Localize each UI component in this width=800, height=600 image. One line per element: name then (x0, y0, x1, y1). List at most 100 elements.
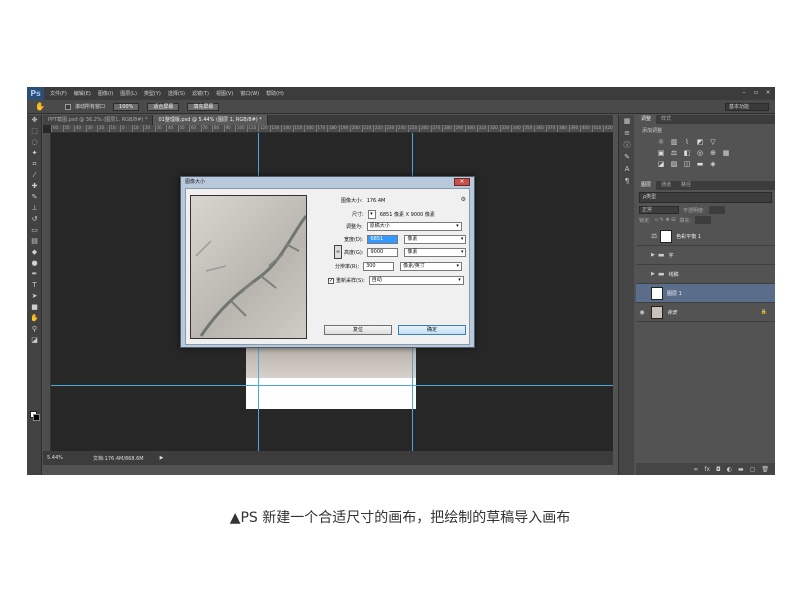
horizontal-ruler[interactable]: 60 50 40 30 20 10 0 10 20 30 40 50 60 70 80 90 100 110 120… (51, 125, 613, 133)
resolution-input[interactable]: 300 (363, 262, 395, 271)
curves-icon[interactable]: ⌇ (682, 138, 692, 147)
status-menu-arrow-icon[interactable]: ▶ (160, 455, 164, 461)
dialog-close-button[interactable]: × (454, 178, 470, 186)
gear-icon[interactable]: ⚙ (461, 196, 466, 203)
threshold-icon[interactable]: ◫ (682, 160, 692, 169)
background-color-swatch[interactable] (33, 414, 40, 421)
menu-item[interactable]: 编辑(E) (74, 90, 91, 97)
marquee-tool-icon[interactable]: ⬚ (27, 126, 42, 137)
height-unit-select[interactable]: 像素 ▾ (404, 248, 467, 257)
info-panel-icon[interactable]: ⓘ (619, 139, 635, 151)
lock-icons[interactable]: ▫ ✎ ✥ ⊟ (655, 217, 676, 223)
resample-checkbox[interactable]: ✓ (328, 277, 334, 284)
height-input[interactable]: 9000 (367, 248, 399, 257)
tab-adjustments[interactable]: 调整 (636, 115, 657, 124)
menu-item[interactable]: 图层(L) (120, 90, 137, 97)
constrain-proportions-icon[interactable]: ∞ (334, 245, 342, 259)
hue-icon[interactable]: ▣ (656, 149, 666, 158)
fill-screen-button[interactable]: 填充屏幕 (187, 102, 220, 111)
brush-panel-icon[interactable]: ✎ (619, 151, 635, 163)
path-select-tool-icon[interactable]: ➤ (27, 291, 42, 302)
workspace-select[interactable]: 基本功能 (725, 103, 769, 111)
zoom-tool-icon[interactable]: ⚲ (27, 324, 42, 335)
doc-tab-1[interactable]: PPT截图.psd @ 36.2% (图层1, RGB/8#) * (43, 115, 154, 125)
reset-button[interactable]: 复位 (324, 325, 392, 335)
character-panel-icon[interactable]: A (619, 163, 635, 175)
paragraph-panel-icon[interactable]: ¶ (619, 175, 635, 187)
black-white-icon[interactable]: ◧ (682, 149, 692, 158)
close-icon[interactable]: × (765, 90, 771, 96)
channel-mixer-icon[interactable]: ⊕ (708, 149, 718, 158)
layer-row[interactable]: ⚖ 色彩平衡 1 (636, 227, 775, 246)
adjustment-icon[interactable]: ◐ (727, 466, 732, 473)
guide-horizontal[interactable] (51, 385, 613, 386)
blur-tool-icon[interactable]: ◆ (27, 247, 42, 258)
menu-item[interactable]: 滤镜(T) (192, 90, 209, 97)
default-colors-icon[interactable]: ◪ (27, 335, 42, 346)
menu-item[interactable]: 视图(V) (216, 90, 233, 97)
link-icon[interactable]: ∞ (693, 466, 698, 473)
tab-layers[interactable]: 图层 (636, 181, 657, 190)
layer-kind-filter[interactable]: ρ类型 (639, 192, 772, 203)
gradient-map-icon[interactable]: ▬ (695, 160, 705, 169)
pen-tool-icon[interactable]: ✒ (27, 269, 42, 280)
color-lookup-icon[interactable]: ▦ (721, 149, 731, 158)
hand-tool-icon[interactable]: ✋ (35, 102, 49, 112)
photo-filter-icon[interactable]: ◎ (695, 149, 705, 158)
blend-mode-select[interactable]: 正常 (639, 206, 679, 214)
fit-to-select[interactable]: 原稿大小 ▾ (366, 222, 462, 231)
healing-tool-icon[interactable]: ✚ (27, 181, 42, 192)
trash-icon[interactable]: 🗑 (761, 466, 769, 473)
vertical-ruler[interactable] (43, 133, 51, 465)
type-tool-icon[interactable]: T (27, 280, 42, 291)
eraser-tool-icon[interactable]: ▭ (27, 225, 42, 236)
magic-wand-tool-icon[interactable]: ✦ (27, 148, 42, 159)
brush-tool-icon[interactable]: ✎ (27, 192, 42, 203)
minimize-icon[interactable]: – (741, 90, 747, 96)
doc-tab-2[interactable]: 01整理版.psd @ 5.44% (图层 1, RGB/8#) * (153, 115, 268, 125)
posterize-icon[interactable]: ▨ (669, 160, 679, 169)
layer-row[interactable]: 图层 1 (636, 284, 775, 303)
ok-button[interactable]: 确定 (398, 325, 466, 335)
maximize-icon[interactable]: ▫ (753, 90, 759, 96)
crop-tool-icon[interactable]: ⌗ (27, 159, 42, 170)
properties-panel-icon[interactable]: ≡ (619, 127, 635, 139)
zoom-100-button[interactable]: 100% (113, 102, 140, 111)
image-preview[interactable] (190, 195, 307, 339)
menu-item[interactable]: 文件(F) (50, 90, 67, 97)
fit-screen-button[interactable]: 适合屏幕 (147, 102, 180, 111)
gradient-tool-icon[interactable]: ▤ (27, 236, 42, 247)
layer-row[interactable]: ▶ ▬ 字 (636, 246, 775, 265)
layer-row[interactable]: ◉ 背景 🔒 (636, 303, 775, 322)
mask-icon[interactable]: ◘ (716, 466, 721, 473)
lasso-tool-icon[interactable]: ◌ (27, 137, 42, 148)
group-icon[interactable]: ▬ (738, 466, 744, 473)
opacity-field[interactable] (708, 206, 725, 214)
tab-paths[interactable]: 路径 (676, 181, 696, 190)
fill-field[interactable] (695, 216, 712, 224)
vibrance-icon[interactable]: ▽ (708, 138, 718, 147)
history-brush-tool-icon[interactable]: ↺ (27, 214, 42, 225)
color-balance-icon[interactable]: ⚖ (669, 149, 679, 158)
new-layer-icon[interactable]: ▢ (750, 466, 756, 473)
selective-color-icon[interactable]: ◈ (708, 160, 718, 169)
menu-item[interactable]: 窗口(W) (240, 90, 259, 97)
width-unit-select[interactable]: 像素 ▾ (404, 235, 467, 244)
scroll-all-checkbox[interactable] (65, 103, 71, 110)
menu-item[interactable]: 类型(Y) (144, 90, 161, 97)
resolution-unit-select[interactable]: 像素/英寸 ▾ (400, 262, 463, 271)
tab-channels[interactable]: 通道 (656, 181, 676, 190)
menu-item[interactable]: 选择(S) (168, 90, 185, 97)
fx-icon[interactable]: fx (704, 466, 710, 473)
resample-select[interactable]: 自动 ▾ (368, 276, 464, 285)
history-panel-icon[interactable]: ▦ (619, 115, 635, 127)
menu-item[interactable]: 帮助(H) (266, 90, 284, 97)
brightness-icon[interactable]: ☼ (656, 138, 666, 147)
group-expand-icon[interactable]: ▶ (651, 271, 655, 277)
eyedropper-tool-icon[interactable]: ⁄ (27, 170, 42, 181)
invert-icon[interactable]: ◪ (656, 160, 666, 169)
levels-icon[interactable]: ▥ (669, 138, 679, 147)
move-tool-icon[interactable]: ✥ (27, 115, 42, 126)
dimensions-unit-toggle[interactable]: ▾ (367, 210, 376, 219)
stamp-tool-icon[interactable]: ⊥ (27, 203, 42, 214)
